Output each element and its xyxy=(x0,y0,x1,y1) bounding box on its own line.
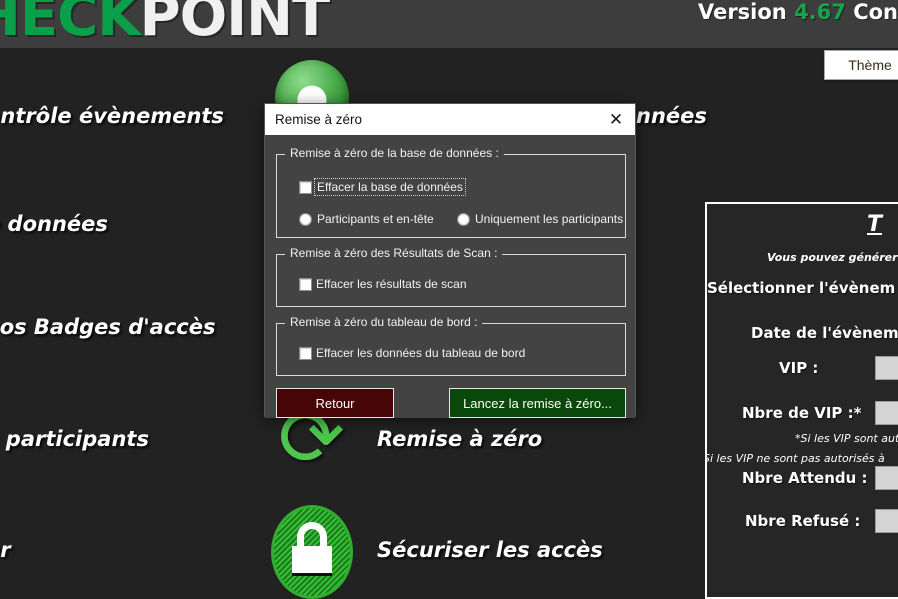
background-menu-item[interactable]: Remise à zéro xyxy=(377,427,542,451)
event-info-panel: T Vous pouvez générer d'a Sélectionner l… xyxy=(705,202,898,599)
theme-button[interactable]: Thème xyxy=(824,50,898,80)
version-prefix: Version xyxy=(697,0,787,24)
background-menu-item[interactable]: e données xyxy=(0,212,108,236)
label-nbre-attendu: Nbre Attendu : xyxy=(742,469,868,487)
app-logo: HECKPOINT xyxy=(0,0,331,48)
version-label: Version 4.67 Con xyxy=(698,0,898,24)
background-menu-item[interactable]: s participants xyxy=(0,427,149,451)
application-window: HECKPOINT Version 4.67 Con Thème ● ⟳ ont… xyxy=(0,0,898,599)
close-icon[interactable]: ✕ xyxy=(601,106,631,133)
reset-dialog: Remise à zéro ✕ Remise à zéro de la base… xyxy=(264,103,636,418)
group-scan-results-legend: Remise à zéro des Résultats de Scan : xyxy=(285,246,503,260)
input-vip[interactable] xyxy=(875,356,898,380)
dialog-titlebar: Remise à zéro ✕ xyxy=(265,104,635,135)
panel-title: T xyxy=(867,212,883,237)
theme-button-label: Thème xyxy=(848,57,892,73)
background-menu-item[interactable]: Sécuriser les accès xyxy=(377,538,603,562)
checkbox-erase-scan-results-label: Effacer les résultats de scan xyxy=(316,277,467,291)
input-nbre-vip[interactable] xyxy=(875,401,898,425)
logo-green-text: HECK xyxy=(0,0,141,48)
note-vip-allowed: *Si les VIP sont auto xyxy=(795,432,898,445)
back-button[interactable]: Retour xyxy=(276,388,394,418)
group-dashboard-legend: Remise à zéro du tableau de bord : xyxy=(285,315,483,329)
group-database-legend: Remise à zéro de la base de données : xyxy=(285,146,504,160)
radio-participants-and-header[interactable] xyxy=(299,212,312,226)
group-database-reset: Remise à zéro de la base de données : Ef… xyxy=(276,146,626,238)
checkbox-erase-database[interactable] xyxy=(299,180,312,194)
radio-participants-only[interactable] xyxy=(457,212,470,226)
checkbox-row-erase-database[interactable]: Effacer la base de données xyxy=(299,178,466,196)
panel-subtitle: Vous pouvez générer d'a xyxy=(767,251,898,264)
note-vip-not-allowed: Si les VIP ne sont pas autorisés à xyxy=(705,452,885,465)
lock-body-shape xyxy=(292,546,332,576)
background-menu-item[interactable]: er xyxy=(0,538,11,562)
checkbox-row-erase-scan-results[interactable]: Effacer les résultats de scan xyxy=(299,277,467,291)
label-vip: VIP : xyxy=(779,359,819,377)
checkbox-erase-dashboard-label: Effacer les données du tableau de bord xyxy=(316,346,526,360)
background-menu-item[interactable]: ontrôle évènements xyxy=(0,104,224,128)
run-reset-button-label: Lancez la remise à zéro... xyxy=(463,395,612,411)
run-reset-button[interactable]: Lancez la remise à zéro... xyxy=(449,388,626,418)
logo-white-text: POINT xyxy=(139,0,331,48)
group-scan-results-reset: Remise à zéro des Résultats de Scan : Ef… xyxy=(276,246,626,307)
checkbox-row-erase-dashboard[interactable]: Effacer les données du tableau de bord xyxy=(299,346,525,360)
radio-participants-and-header-label: Participants et en-tête xyxy=(317,212,434,226)
version-number: 4.67 xyxy=(794,0,846,24)
radio-row-participants-only[interactable]: Uniquement les participants xyxy=(457,212,623,226)
version-suffix: Con xyxy=(853,0,898,24)
checkbox-erase-scan-results[interactable] xyxy=(299,277,312,291)
group-dashboard-reset: Remise à zéro du tableau de bord : Effac… xyxy=(276,315,626,376)
input-nbre-refuse[interactable] xyxy=(875,509,898,533)
input-nbre-attendu[interactable] xyxy=(875,466,898,490)
label-nbre-refuse: Nbre Refusé : xyxy=(745,512,861,530)
dialog-body: Remise à zéro de la base de données : Ef… xyxy=(265,135,635,418)
checkbox-erase-dashboard[interactable] xyxy=(299,346,312,360)
label-nbre-vip: Nbre de VIP :* xyxy=(742,404,862,422)
label-event-date: Date de l'évènemen xyxy=(751,324,898,342)
radio-row-participants-and-header[interactable]: Participants et en-tête xyxy=(299,212,434,226)
radio-participants-only-label: Uniquement les participants xyxy=(475,212,624,226)
lock-orb-icon[interactable] xyxy=(271,505,353,599)
background-menu-item[interactable]: vos Badges d'accès xyxy=(0,315,216,339)
checkbox-erase-database-label: Effacer la base de données xyxy=(314,178,466,196)
background-menu-item[interactable]: nnées xyxy=(636,104,707,128)
dialog-title: Remise à zéro xyxy=(275,112,363,127)
label-select-event: Sélectionner l'évènem xyxy=(707,279,896,297)
app-banner: HECKPOINT Version 4.67 Con xyxy=(0,0,898,48)
back-button-label: Retour xyxy=(315,395,355,411)
